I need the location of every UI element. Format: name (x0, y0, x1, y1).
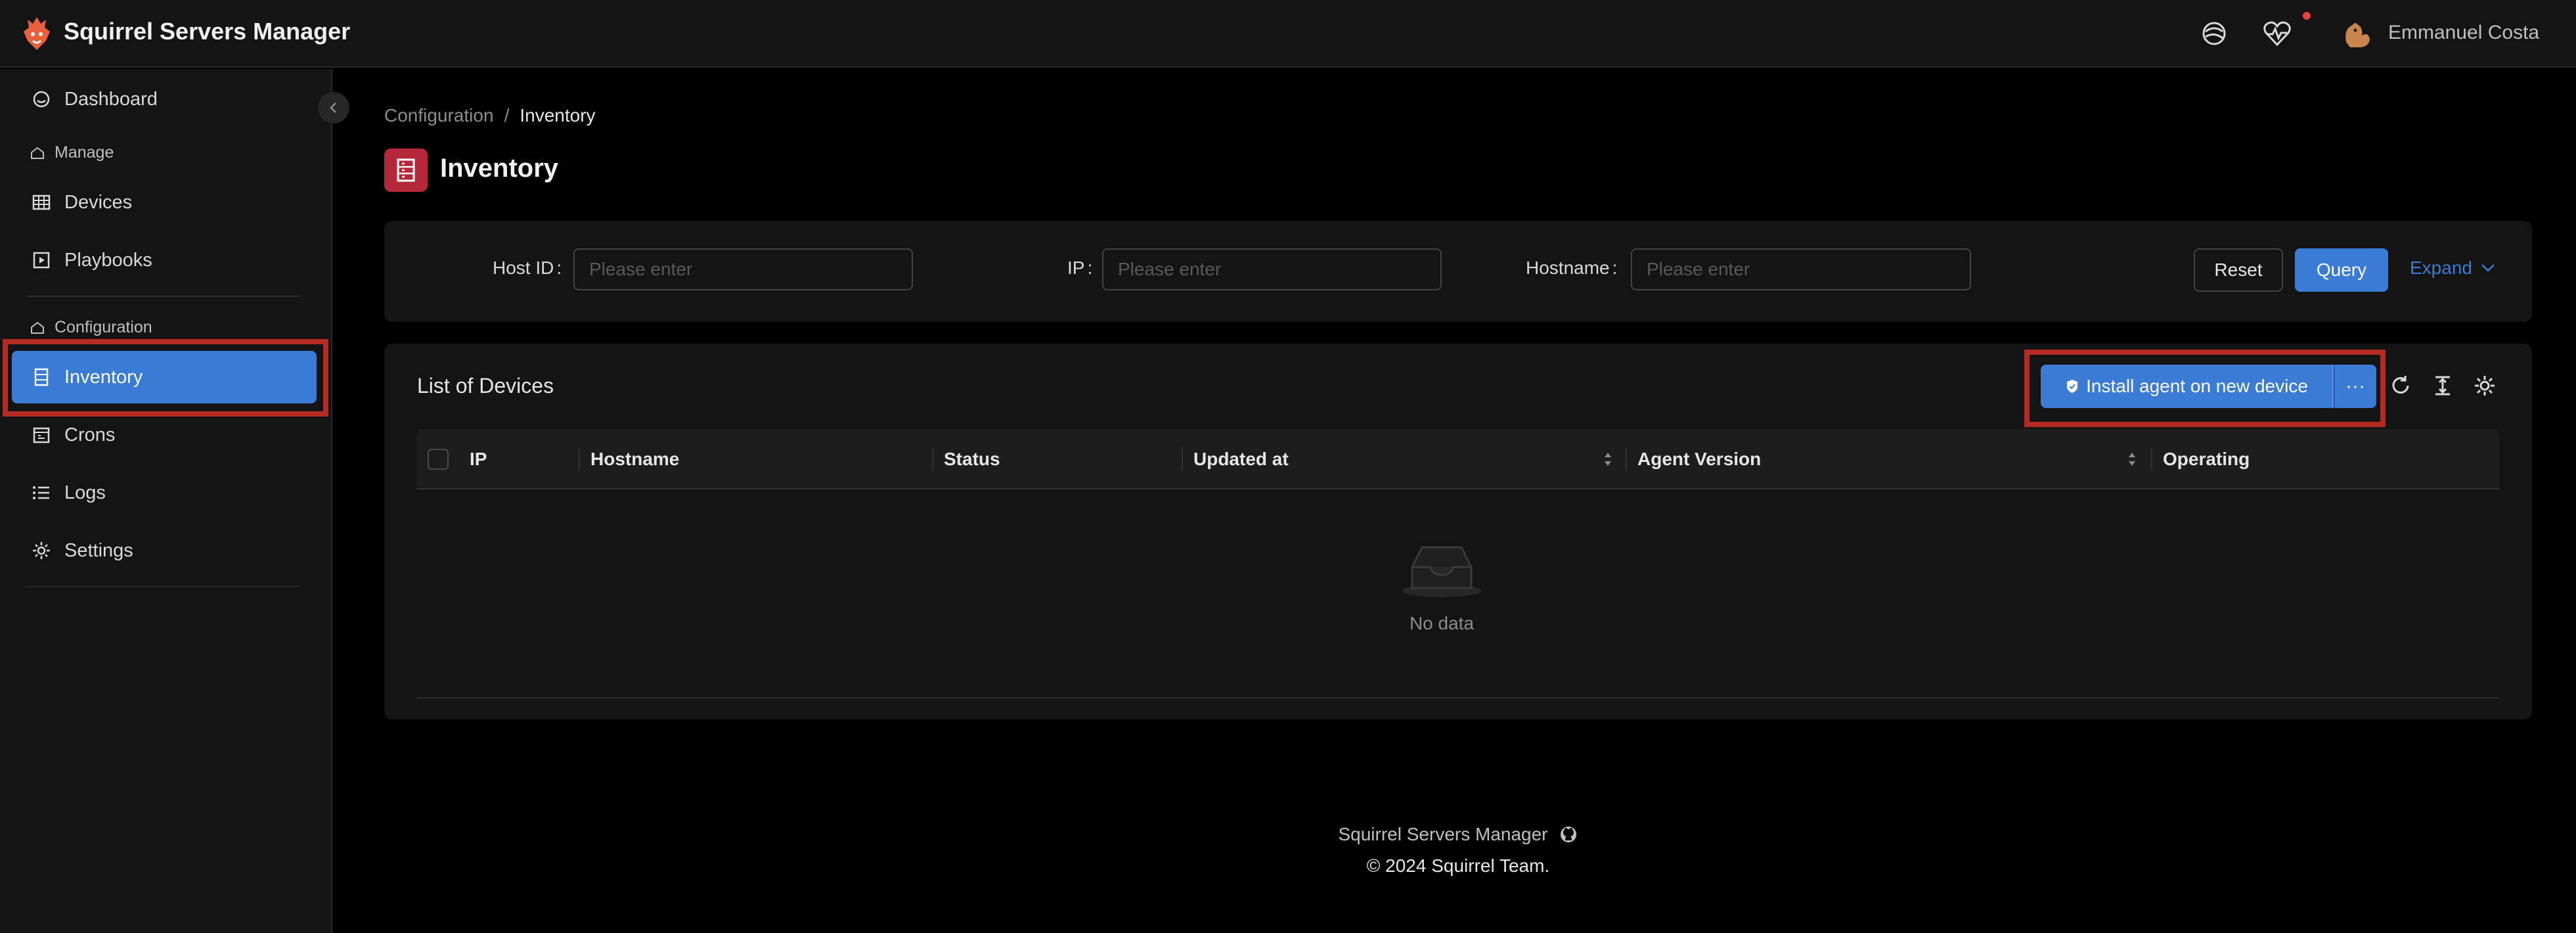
user-name[interactable]: Emmanuel Costa (2388, 22, 2539, 44)
footer-credit: Squirrel Servers Manager (1051, 824, 1865, 845)
footer-copyright: © 2024 Squirrel Team. (1366, 855, 1550, 876)
avatar-icon[interactable] (2340, 16, 2375, 51)
column-separator (1182, 447, 1183, 471)
expand-label: Expand (2410, 258, 2472, 278)
sidebar-item-settings[interactable]: Settings (12, 524, 317, 577)
breadcrumb: Configuration / Inventory (384, 105, 596, 126)
sidebar-item-playbooks[interactable]: Playbooks (12, 234, 317, 286)
sidebar-item-crons[interactable]: Crons (12, 409, 317, 461)
column-header-operating: Operating (2163, 449, 2250, 469)
sort-icon[interactable] (2127, 447, 2137, 471)
host-id-label: Host ID: (493, 258, 562, 278)
breadcrumb-current: Inventory (520, 105, 596, 125)
sidebar-item-dashboard[interactable]: Dashboard (12, 73, 317, 125)
planet-icon[interactable] (2198, 17, 2231, 50)
group-label-manage: Manage (30, 143, 114, 162)
table-title: List of Devices (417, 374, 554, 398)
empty-state-text: No data (1409, 613, 1475, 633)
sort-icon[interactable] (1603, 447, 1613, 471)
column-header-hostname[interactable]: Hostname (590, 429, 679, 489)
sidebar-item-label: Playbooks (64, 249, 152, 271)
column-separator (932, 447, 933, 471)
expand-link[interactable]: Expand (2410, 258, 2496, 279)
page-title: Inventory (440, 154, 559, 183)
sidebar-item-logs[interactable]: Logs (12, 466, 317, 519)
column-separator (2151, 447, 2152, 471)
home-icon (30, 320, 45, 336)
table-settings-gear-icon[interactable] (2472, 373, 2498, 399)
highlight-box-install-agent (2024, 350, 2386, 427)
reload-icon[interactable] (2387, 373, 2414, 399)
search-panel: Host ID: IP: Hostname: Reset Query Expan… (384, 221, 2532, 322)
column-header-updated-at[interactable]: Updated at (1193, 429, 1289, 489)
notification-dot (2303, 12, 2311, 20)
highlight-box-inventory (3, 339, 328, 417)
column-separator (1626, 447, 1627, 471)
gear-icon (32, 541, 51, 560)
sidebar-item-label: Logs (64, 482, 106, 503)
host-id-input[interactable] (573, 248, 913, 290)
select-all-checkbox[interactable] (428, 449, 449, 470)
inventory-title-icon (384, 148, 428, 192)
sidebar-item-label: Crons (64, 424, 116, 445)
hostname-label: Hostname: (1526, 258, 1618, 278)
column-header-status[interactable]: Status (944, 429, 1000, 489)
group-label-text: Configuration (55, 318, 152, 336)
hostname-input[interactable] (1631, 248, 1971, 290)
chevron-left-icon (330, 102, 336, 113)
dashboard-icon (32, 89, 51, 109)
table-icon (32, 193, 51, 212)
squirrel-logo-icon[interactable] (20, 14, 54, 53)
column-header-agent-version[interactable]: Agent Version (1637, 429, 1761, 489)
home-icon (30, 145, 45, 161)
calendar-icon (32, 425, 51, 445)
footer-app-name: Squirrel Servers Manager (1338, 824, 1548, 844)
ip-input[interactable] (1102, 248, 1442, 290)
column-height-icon[interactable] (2430, 373, 2456, 399)
chevron-down-icon (2481, 264, 2495, 272)
column-header-ip[interactable]: IP (470, 429, 487, 489)
ip-label: IP: (1067, 258, 1093, 278)
reset-button[interactable]: Reset (2194, 248, 2283, 292)
github-icon[interactable] (1559, 825, 1578, 844)
app-title[interactable]: Squirrel Servers Manager (64, 18, 350, 45)
sidebar-item-label: Devices (64, 191, 133, 213)
sidebar-item-label: Dashboard (64, 88, 158, 110)
top-header: Squirrel Servers Manager Emmanuel Costa (0, 0, 2576, 68)
table-bottom-border (417, 697, 2499, 698)
group-label-text: Manage (55, 143, 114, 162)
sidebar-divider (26, 586, 300, 587)
sidebar-collapse-button[interactable] (318, 92, 349, 124)
breadcrumb-separator: / (504, 105, 510, 125)
breadcrumb-root[interactable]: Configuration (384, 105, 494, 125)
heart-pulse-icon[interactable] (2261, 17, 2294, 50)
table-header: IP Hostname Status Updated at Agent Vers… (417, 429, 2499, 489)
column-separator (579, 447, 580, 471)
play-square-icon (32, 250, 51, 270)
sidebar-item-devices[interactable]: Devices (12, 176, 317, 229)
query-button[interactable]: Query (2295, 248, 2388, 292)
sidebar-item-label: Settings (64, 539, 133, 561)
sidebar-divider (26, 296, 300, 297)
empty-inbox-icon (1402, 546, 1481, 597)
list-icon (32, 483, 51, 503)
group-label-configuration: Configuration (30, 318, 152, 337)
